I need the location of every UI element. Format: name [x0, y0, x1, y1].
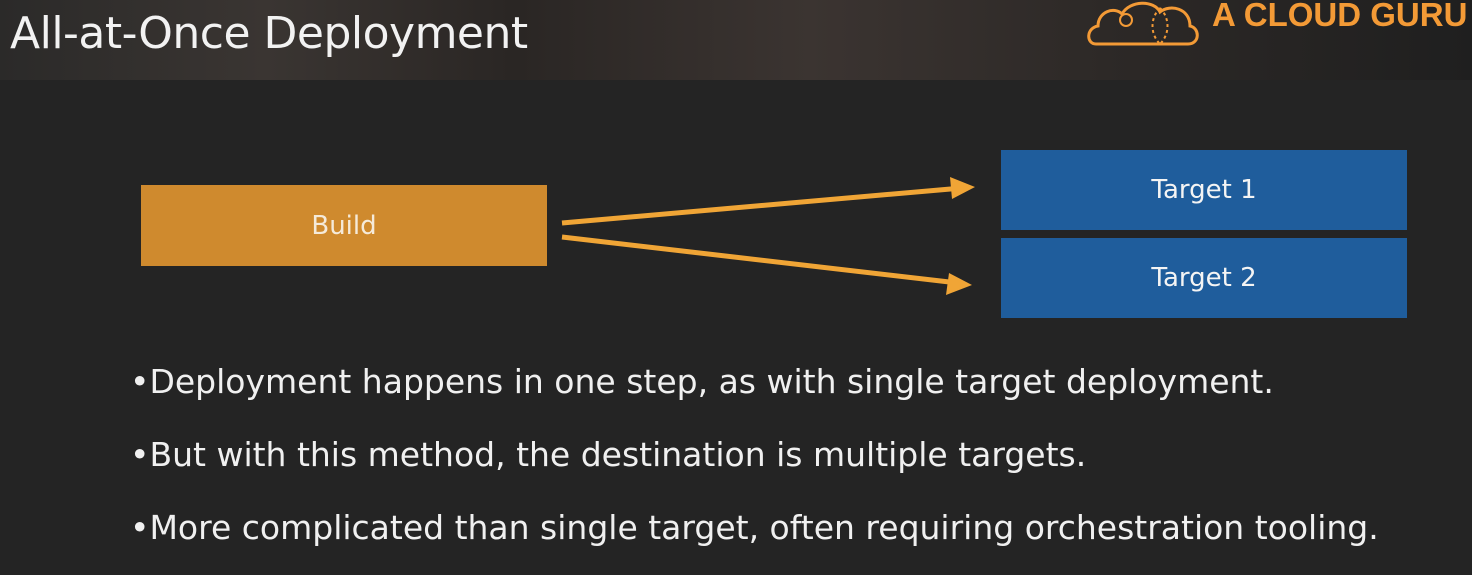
- bullet-list: •Deployment happens in one step, as with…: [130, 356, 1379, 575]
- arrow-to-target-2: [561, 234, 959, 286]
- arrow-head-target-2: [946, 273, 972, 295]
- arrow-head-target-1: [950, 177, 975, 199]
- bullet-item: •Deployment happens in one step, as with…: [130, 362, 1274, 401]
- bullet-item: •But with this method, the destination i…: [130, 435, 1087, 474]
- bullet-item: •More complicated than single target, of…: [130, 508, 1379, 547]
- arrow-to-target-1: [561, 185, 963, 226]
